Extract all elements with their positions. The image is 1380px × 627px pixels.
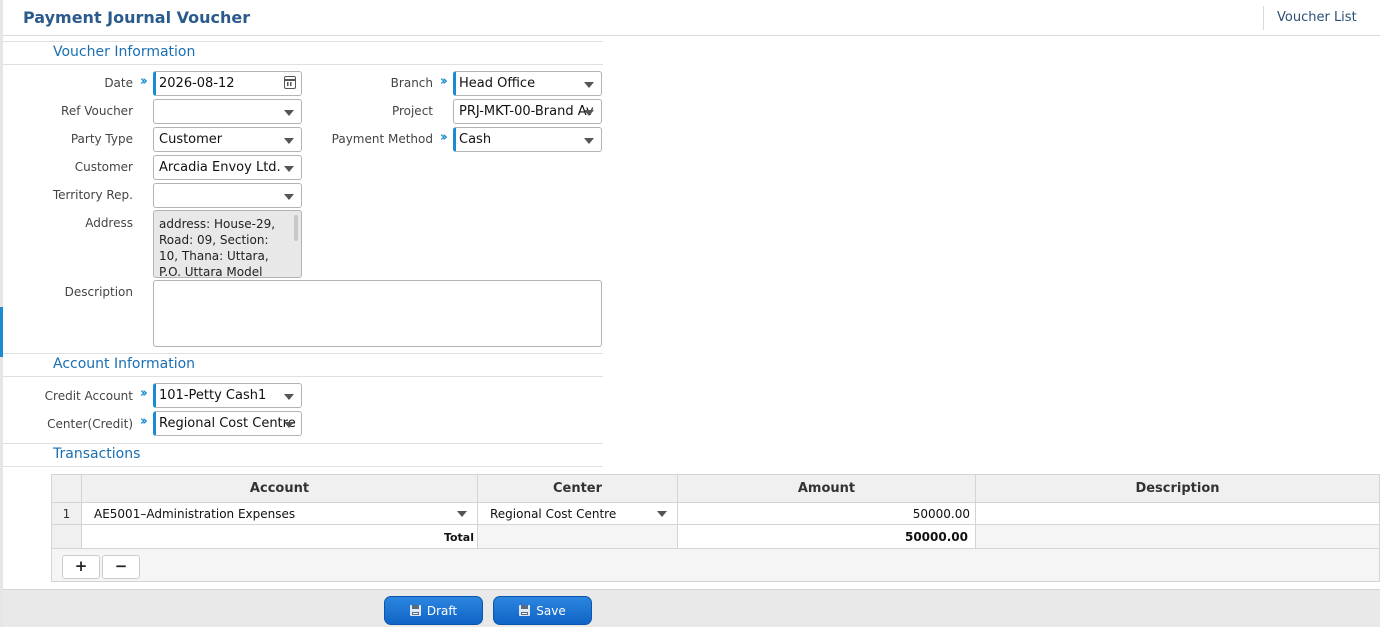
page-header: Payment Journal Voucher Voucher List	[3, 0, 1380, 36]
date-label: Date	[104, 76, 133, 90]
row-center-select[interactable]: Regional Cost Centre	[478, 503, 678, 525]
party-type-select[interactable]: Customer	[153, 127, 302, 152]
section-divider	[3, 64, 603, 65]
branch-label: Branch	[390, 76, 433, 90]
address-value: address: House-29, Road: 09, Section: 10…	[159, 217, 276, 278]
draft-button[interactable]: Draft	[384, 596, 483, 625]
section-divider	[3, 376, 603, 377]
header-divider	[1263, 6, 1264, 30]
voucher-list-link[interactable]: Voucher List	[1277, 10, 1357, 25]
chevron-down-icon	[657, 511, 667, 517]
description-textarea[interactable]	[153, 280, 602, 347]
territory-rep-select[interactable]	[153, 183, 302, 208]
customer-label: Customer	[74, 160, 133, 174]
total-label: Total	[82, 525, 478, 549]
payment-method-value: Cash	[459, 132, 492, 147]
row-amount-cell[interactable]: 50000.00	[678, 503, 976, 525]
add-row-button[interactable]: +	[62, 555, 100, 579]
party-type-value: Customer	[159, 132, 223, 147]
section-divider	[3, 41, 603, 42]
chevron-down-icon	[284, 194, 294, 200]
center-credit-label: Center(Credit)	[47, 417, 133, 431]
chevron-down-icon	[584, 82, 594, 88]
row-center-value: Regional Cost Centre	[490, 507, 617, 521]
grid-header-rownum	[52, 475, 82, 503]
page-title: Payment Journal Voucher	[23, 8, 251, 27]
project-select[interactable]: PRJ-MKT-00-Brand Av	[453, 99, 602, 124]
row-number: 1	[52, 503, 82, 525]
description-label: Description	[64, 285, 133, 299]
total-amount: 50000.00	[678, 525, 976, 549]
ref-voucher-label: Ref Voucher	[61, 104, 133, 118]
chevron-down-icon	[284, 422, 294, 428]
draft-button-label: Draft	[426, 604, 458, 618]
row-account-select[interactable]: AE5001–Administration Expenses	[82, 503, 478, 525]
save-disk-icon	[409, 605, 421, 616]
left-accent-bar	[0, 307, 3, 357]
ref-voucher-select[interactable]	[153, 99, 302, 124]
required-indicator-icon: ››	[140, 74, 148, 89]
total-description-cell	[976, 525, 1379, 549]
action-footer: Draft Save	[3, 589, 1380, 627]
center-credit-value: Regional Cost Centre	[159, 416, 296, 431]
section-divider	[3, 353, 603, 354]
grid-header-center: Center	[478, 475, 678, 503]
project-label: Project	[391, 104, 433, 118]
total-center-cell	[478, 525, 678, 549]
calendar-icon[interactable]	[284, 76, 296, 89]
credit-account-select[interactable]: 101-Petty Cash1	[153, 383, 302, 408]
row-account-value: AE5001–Administration Expenses	[94, 507, 296, 521]
section-title-account-information: Account Information	[53, 356, 196, 372]
chevron-down-icon	[284, 138, 294, 144]
project-value: PRJ-MKT-00-Brand Av	[459, 104, 594, 119]
total-row-spacer	[52, 525, 82, 549]
grid-header-description: Description	[976, 475, 1379, 503]
save-button-label: Save	[536, 604, 566, 618]
remove-row-button[interactable]: −	[102, 555, 140, 579]
payment-method-select[interactable]: Cash	[453, 127, 602, 152]
credit-account-label: Credit Account	[44, 389, 133, 403]
required-indicator-icon: ››	[140, 386, 148, 401]
date-field[interactable]: 2026-08-12	[153, 71, 302, 96]
address-label: Address	[85, 216, 133, 230]
chevron-down-icon	[584, 138, 594, 144]
section-title-voucher-information: Voucher Information	[53, 44, 196, 60]
row-description-cell[interactable]	[976, 503, 1379, 525]
chevron-down-icon	[284, 394, 294, 400]
section-title-transactions: Transactions	[53, 446, 141, 462]
credit-account-value: 101-Petty Cash1	[159, 388, 267, 403]
chevron-down-icon	[284, 110, 294, 116]
section-divider	[3, 466, 603, 467]
payment-method-label: Payment Method	[331, 132, 433, 146]
branch-value: Head Office	[459, 76, 536, 91]
grid-header-amount: Amount	[678, 475, 976, 503]
required-indicator-icon: ››	[140, 414, 148, 429]
save-disk-icon	[519, 605, 531, 616]
customer-value: Arcadia Envoy Ltd.	[159, 160, 281, 175]
chevron-down-icon	[457, 511, 467, 517]
save-button[interactable]: Save	[493, 596, 592, 625]
address-textarea[interactable]: address: House-29, Road: 09, Section: 10…	[153, 210, 302, 278]
chevron-down-icon	[584, 110, 594, 116]
customer-select[interactable]: Arcadia Envoy Ltd.	[153, 155, 302, 180]
party-type-label: Party Type	[70, 132, 133, 146]
transactions-grid: Account Center Amount Description 1 AE50…	[51, 474, 1380, 582]
branch-select[interactable]: Head Office	[453, 71, 602, 96]
section-divider	[3, 443, 603, 444]
grid-header-account: Account	[82, 475, 478, 503]
required-indicator-icon: ››	[440, 74, 448, 89]
chevron-down-icon	[284, 166, 294, 172]
date-value: 2026-08-12	[159, 76, 235, 91]
required-indicator-icon: ››	[440, 130, 448, 145]
territory-rep-label: Territory Rep.	[52, 188, 133, 202]
address-scrollbar[interactable]	[294, 215, 298, 241]
center-credit-select[interactable]: Regional Cost Centre	[153, 411, 302, 436]
